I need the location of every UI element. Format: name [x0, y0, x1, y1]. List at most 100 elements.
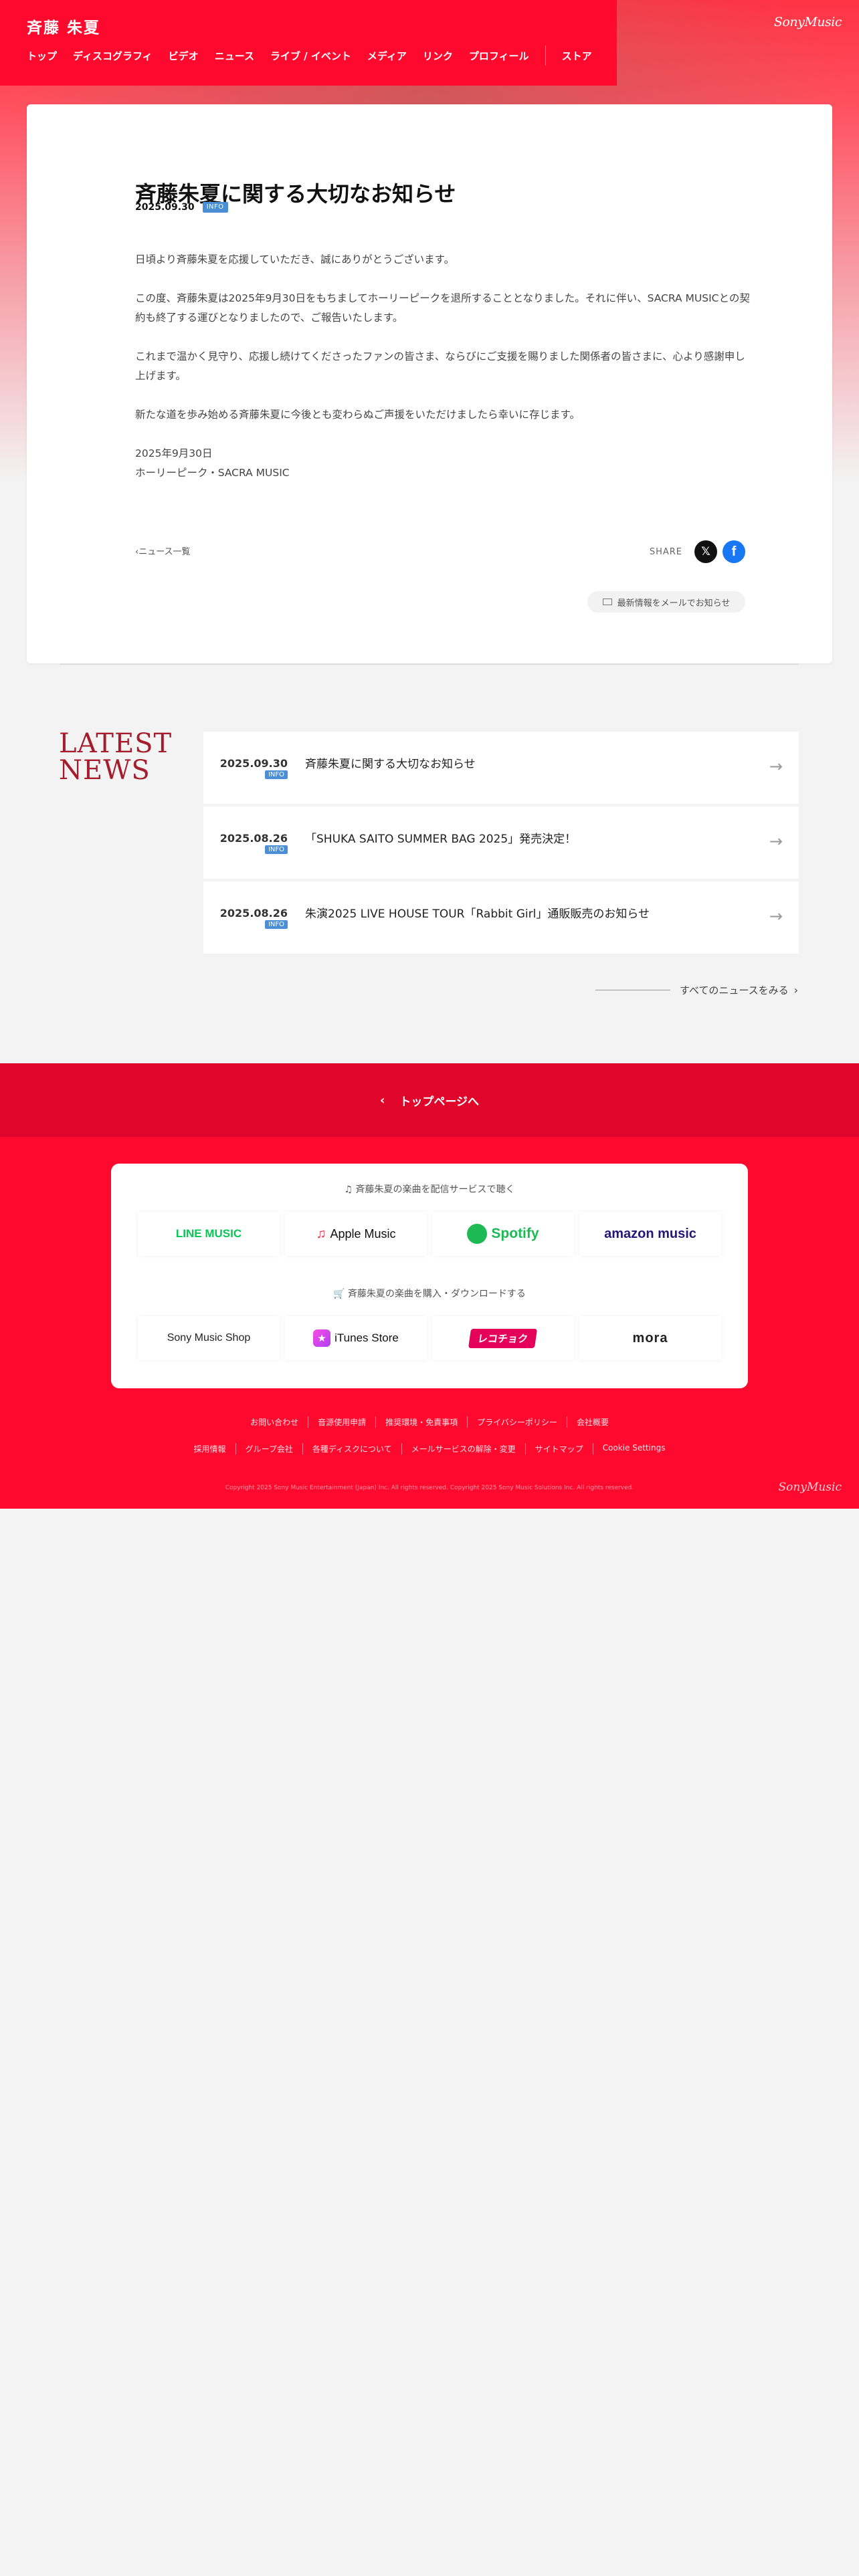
footer-link-recruit[interactable]: 採用情報: [185, 1443, 235, 1455]
back-to-top-label: トップページへ: [399, 1095, 480, 1109]
spotify-link[interactable]: Spotify: [432, 1212, 574, 1256]
nav-discography[interactable]: ディスコグラフィ: [73, 49, 153, 63]
spotify-logo: Spotify: [467, 1224, 539, 1244]
footer-link-discs[interactable]: 各種ディスクについて: [302, 1443, 401, 1455]
mail-subscribe-button[interactable]: 最新情報をメールでお知らせ: [587, 591, 745, 613]
article-paragraph: 新たな道を歩み始める斉藤朱夏に今後とも変わらぬご声援をいただけましたら幸いに存じ…: [135, 409, 580, 421]
music-note-icon: ♫: [316, 1226, 326, 1241]
category-badge: INFO: [202, 202, 228, 213]
x-share-icon[interactable]: 𝕏: [694, 540, 717, 563]
services-card: ♫ 斉藤朱夏の楽曲を配信サービスで聴く LINE MUSIC ♫ Apple Mu…: [111, 1164, 748, 1388]
share-bar: SHARE 𝕏 f: [650, 540, 745, 563]
news-date: 2025.09.30: [219, 757, 288, 770]
footer-link-group[interactable]: グループ会社: [235, 1443, 302, 1455]
article-card: 斉藤朱夏に関する大切なお知らせ 2025.09.30 INFO 日頃より斉藤朱夏…: [27, 104, 832, 663]
section-divider: [60, 663, 799, 665]
news-list: 2025.09.30 INFO 斉藤朱夏に関する大切なお知らせ → 2025.0…: [203, 732, 799, 956]
sony-music-shop-logo: Sony Music Shop: [167, 1332, 251, 1344]
line-music-logo: LINE MUSIC: [175, 1227, 242, 1240]
main-nav: トップ ディスコグラフィ ビデオ ニュース ライブ / イベント メディア リン…: [27, 45, 608, 66]
spotify-icon: [467, 1224, 488, 1244]
nav-video[interactable]: ビデオ: [169, 49, 199, 63]
spotify-label: Spotify: [491, 1226, 539, 1241]
site-title[interactable]: 斉藤 朱夏: [27, 15, 100, 37]
footer-link-sitemap[interactable]: サイトマップ: [524, 1443, 593, 1455]
article-paragraph: この度、斉藤朱夏は2025年9月30日をもちましてホーリーピークを退所することと…: [135, 292, 750, 324]
news-category-badge: INFO: [264, 920, 288, 929]
all-news-link[interactable]: すべてのニュースをみる ›: [595, 983, 798, 997]
back-link-label: ニュース一覧: [138, 547, 191, 557]
article-sign-org: ホーリーピーク・SACRA MUSIC: [135, 467, 290, 479]
footer-link-privacy[interactable]: プライバシーポリシー: [467, 1416, 567, 1428]
footer-links-row2: 採用情報 グループ会社 各種ディスクについて メールサービスの解除・変更 サイト…: [0, 1443, 859, 1455]
line-music-link[interactable]: LINE MUSIC: [138, 1212, 280, 1256]
facebook-share-icon[interactable]: f: [723, 540, 745, 563]
footer-link-audio-usage[interactable]: 音源使用申請: [308, 1416, 375, 1428]
article-date: 2025.09.30: [135, 202, 195, 213]
news-item[interactable]: 2025.08.26 INFO 「SHUKA SAITO SUMMER BAG …: [203, 807, 799, 879]
chevron-left-icon: ‹: [379, 1093, 385, 1107]
star-icon: ★: [313, 1329, 331, 1347]
all-news-label: すべてのニュースをみる: [680, 984, 789, 996]
article-paragraph: これまで温かく見守り、応援し続けてくださったファンの皆さま、ならびにご支援を賜り…: [135, 350, 745, 382]
nav-store[interactable]: ストア: [562, 49, 592, 63]
streaming-services-row: LINE MUSIC ♫ Apple Music Spotify amazon m…: [138, 1212, 721, 1256]
purchase-heading-text: 斉藤朱夏の楽曲を購入・ダウンロードする: [347, 1289, 526, 1299]
latest-news-heading: LATEST NEWS: [59, 730, 172, 784]
amazon-music-link[interactable]: amazon music: [579, 1212, 721, 1256]
footer-link-mail-service[interactable]: メールサービスの解除・変更: [401, 1443, 525, 1455]
news-category-badge: INFO: [264, 770, 288, 779]
sony-music-footer-logo[interactable]: SonyMusic: [779, 1481, 842, 1494]
site-header: 斉藤 朱夏 トップ ディスコグラフィ ビデオ ニュース ライブ / イベント メ…: [0, 0, 617, 86]
recochoku-logo: レコチョク: [468, 1328, 538, 1348]
sony-music-shop-link[interactable]: Sony Music Shop: [138, 1316, 280, 1360]
footer-links-row1: お問い合わせ 音源使用申請 推奨環境・免責事項 プライバシーポリシー 会社概要: [0, 1416, 859, 1428]
news-title: 斉藤朱夏に関する大切なお知らせ: [305, 758, 476, 771]
back-to-top-button[interactable]: ‹ トップページへ: [0, 1063, 859, 1137]
nav-news[interactable]: ニュース: [215, 49, 254, 63]
share-label: SHARE: [649, 546, 682, 557]
footer-link-cookie-settings[interactable]: Cookie Settings: [592, 1443, 675, 1455]
purchase-heading: 🛒 斉藤朱夏の楽曲を購入・ダウンロードする: [111, 1287, 748, 1300]
mail-subscribe-label: 最新情報をメールでお知らせ: [617, 598, 731, 609]
itunes-store-label: iTunes Store: [335, 1331, 399, 1344]
mora-logo: mora: [632, 1330, 668, 1346]
news-title: 「SHUKA SAITO SUMMER BAG 2025」発売決定！: [305, 833, 577, 846]
back-to-news-list-link[interactable]: ‹ニュース一覧: [135, 544, 191, 557]
copyright: Copyright 2025 Sony Music Entertainment …: [225, 1485, 634, 1491]
nav-live-event[interactable]: ライブ / イベント: [270, 49, 351, 63]
mora-link[interactable]: mora: [579, 1316, 721, 1360]
nav-link[interactable]: リンク: [423, 49, 453, 63]
nav-profile[interactable]: プロフィール: [469, 49, 529, 63]
news-date: 2025.08.26: [219, 832, 288, 845]
arrow-right-icon: →: [769, 907, 783, 926]
nav-divider: [545, 45, 546, 66]
sony-music-logo[interactable]: SonyMusic: [774, 15, 842, 29]
footer-link-contact[interactable]: お問い合わせ: [241, 1416, 308, 1428]
purchase-services-row: Sony Music Shop ★ iTunes Store レコチョク mora: [138, 1316, 721, 1360]
itunes-store-link[interactable]: ★ iTunes Store: [285, 1316, 427, 1360]
recochoku-link[interactable]: レコチョク: [432, 1316, 574, 1360]
footer-link-company[interactable]: 会社概要: [566, 1416, 618, 1428]
site-footer: ♫ 斉藤朱夏の楽曲を配信サービスで聴く LINE MUSIC ♫ Apple Mu…: [0, 1137, 859, 1509]
news-category-badge: INFO: [264, 845, 288, 854]
streaming-heading-text: 斉藤朱夏の楽曲を配信サービスで聴く: [355, 1184, 515, 1195]
chevron-right-icon: ›: [793, 984, 799, 996]
news-date: 2025.08.26: [219, 907, 288, 920]
news-title: 朱演2025 LIVE HOUSE TOUR「Rabbit Girl」通販販売の…: [305, 907, 650, 921]
latest-heading-line1: LATEST: [59, 728, 173, 759]
news-item[interactable]: 2025.09.30 INFO 斉藤朱夏に関する大切なお知らせ →: [203, 732, 799, 804]
streaming-heading: ♫ 斉藤朱夏の楽曲を配信サービスで聴く: [111, 1182, 748, 1196]
arrow-right-icon: →: [769, 832, 783, 851]
footer-link-environment[interactable]: 推奨環境・免責事項: [375, 1416, 467, 1428]
article-body: 日頃より斉藤朱夏を応援していただき、誠にありがとうございます。 この度、斉藤朱夏…: [135, 250, 751, 483]
news-item[interactable]: 2025.08.26 INFO 朱演2025 LIVE HOUSE TOUR「R…: [203, 881, 799, 954]
nav-top[interactable]: トップ: [27, 49, 57, 63]
itunes-store-logo: ★ iTunes Store: [313, 1329, 399, 1347]
article-sign-date: 2025年9月30日: [135, 447, 213, 459]
apple-music-link[interactable]: ♫ Apple Music: [285, 1212, 427, 1256]
apple-music-label: Apple Music: [330, 1226, 396, 1241]
latest-heading-line2: NEWS: [59, 755, 151, 786]
nav-media[interactable]: メディア: [367, 49, 407, 63]
music-note-icon: ♫: [344, 1184, 356, 1195]
